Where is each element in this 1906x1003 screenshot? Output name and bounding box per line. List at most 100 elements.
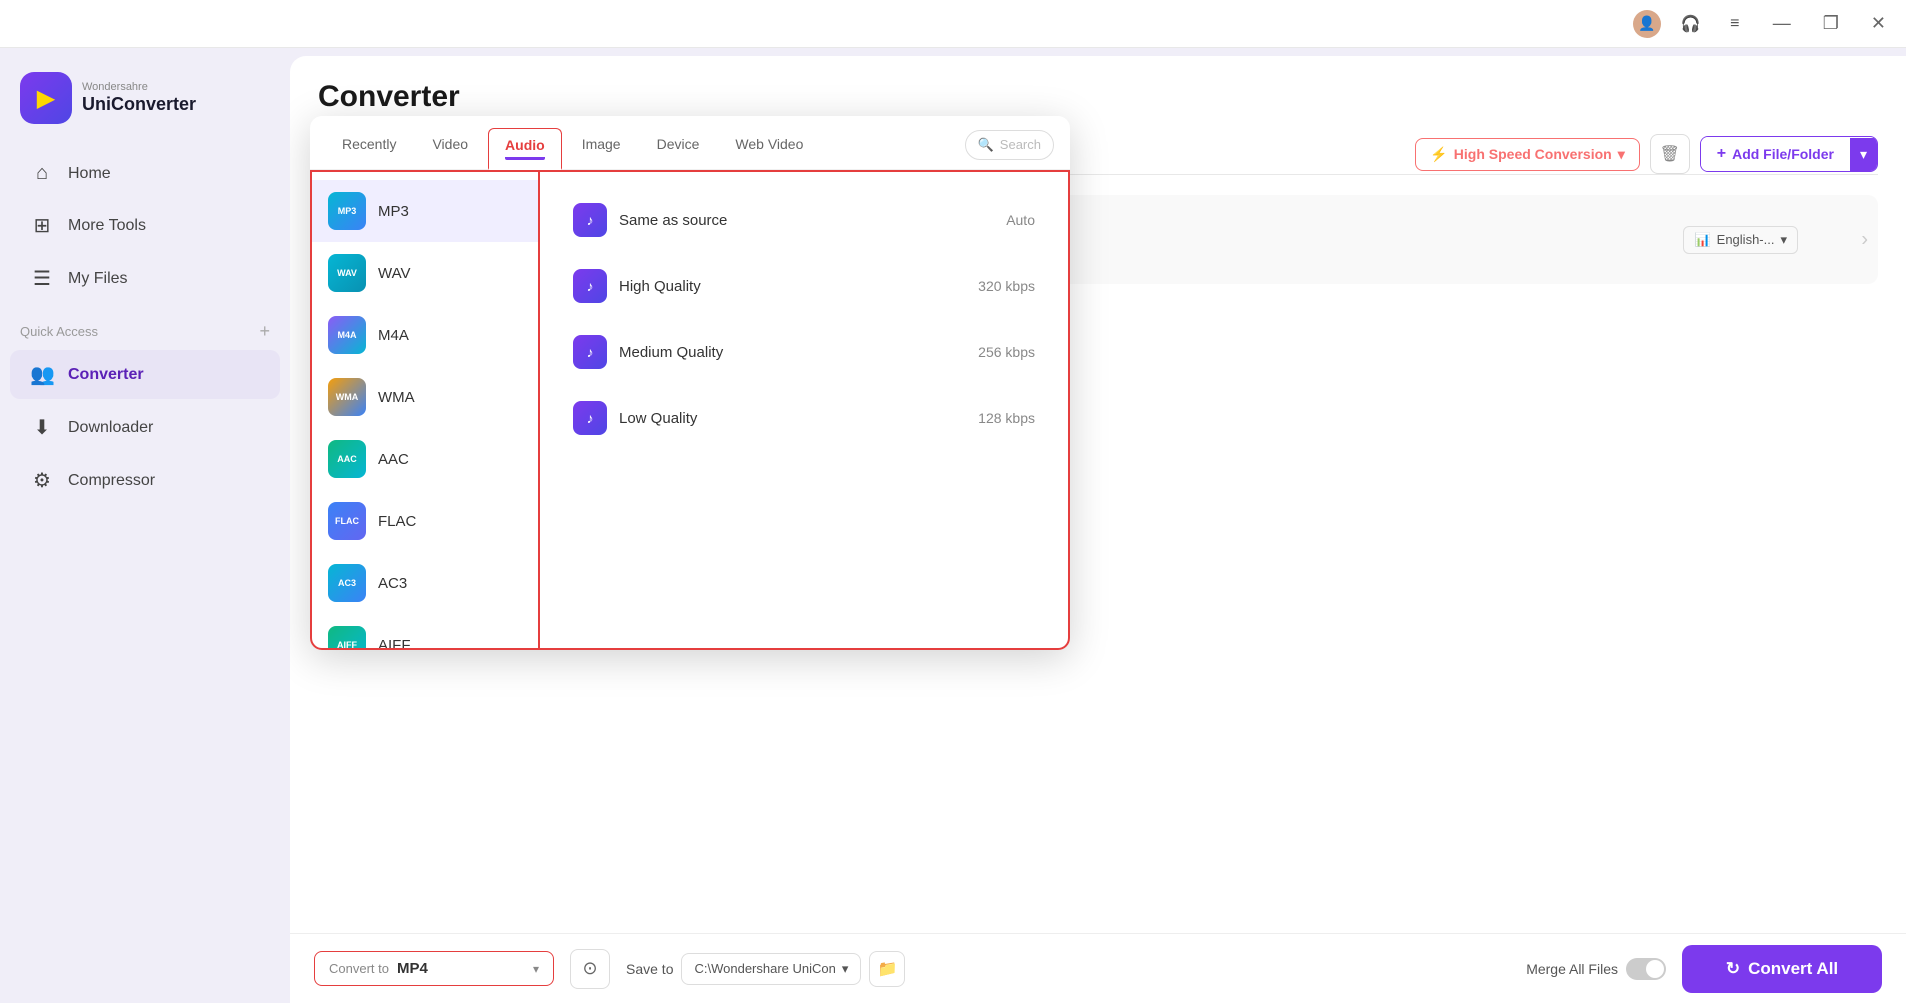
flac-label: FLAC (378, 513, 416, 530)
subtitle-arrow: ▾ (1780, 232, 1787, 248)
sidebar-item-more-tools[interactable]: ⊞ More Tools (10, 201, 280, 250)
convert-all-button[interactable]: ↻ Convert All (1682, 945, 1882, 993)
format-search-box[interactable]: 🔍 Search (965, 130, 1054, 160)
audio-bars-icon: 📊 (1694, 232, 1710, 248)
quality-item-same-as-source[interactable]: ♪ Same as source Auto (556, 188, 1052, 252)
quality-name-same: Same as source (619, 212, 727, 229)
home-label: Home (68, 165, 111, 183)
sidebar-item-my-files[interactable]: ☰ My Files (10, 254, 280, 303)
merge-label: Merge All Files (1526, 961, 1618, 977)
add-file-dropdown-arrow[interactable]: ▾ (1850, 138, 1877, 171)
dropdown-tab-recently[interactable]: Recently (326, 128, 412, 169)
flac-badge: FLAC (328, 502, 366, 540)
dropdown-tab-web-video[interactable]: Web Video (719, 128, 819, 169)
wav-label: WAV (378, 265, 411, 282)
headset-icon[interactable]: 🎧 (1677, 10, 1705, 38)
delete-button[interactable]: 🗑 (1650, 134, 1690, 174)
format-item-wma[interactable]: WMA WMA (312, 366, 538, 428)
search-placeholder: Search (1000, 137, 1041, 152)
logo-text: Wondersahre UniConverter (82, 81, 196, 116)
dropdown-tab-image[interactable]: Image (566, 128, 637, 169)
quality-name-medium: Medium Quality (619, 344, 723, 361)
quality-icon-low: ♪ (573, 401, 607, 435)
save-to-path[interactable]: C:\Wondershare UniCon ▾ (681, 953, 861, 985)
sidebar-item-downloader[interactable]: ⬇ Downloader (10, 403, 280, 452)
quality-name-low: Low Quality (619, 410, 697, 427)
compressor-label: Compressor (68, 472, 155, 490)
quick-access-section: Quick Access + (0, 305, 290, 348)
format-item-flac[interactable]: FLAC FLAC (312, 490, 538, 552)
quality-name-high: High Quality (619, 278, 701, 295)
restore-button[interactable]: ❐ (1815, 9, 1847, 38)
quality-item-left-medium: ♪ Medium Quality (573, 335, 723, 369)
dropdown-tabs-row: Recently Video Audio Image Device Web Vi… (310, 116, 1070, 170)
quick-access-add-button[interactable]: + (259, 321, 270, 342)
sidebar-item-compressor[interactable]: ⚙ Compressor (10, 456, 280, 505)
sidebar: ▶ Wondersahre UniConverter ⌂ Home ⊞ More… (0, 48, 290, 1003)
format-item-m4a[interactable]: M4A M4A (312, 304, 538, 366)
target-settings-button[interactable]: ⊙ (570, 949, 610, 989)
format-item-aac[interactable]: AAC AAC (312, 428, 538, 490)
merge-section: Merge All Files (1526, 958, 1666, 980)
add-file-folder-button[interactable]: + Add File/Folder ▾ (1700, 136, 1878, 172)
dropdown-body: MP3 MP3 WAV WAV M4A M4A WMA WMA (310, 170, 1070, 650)
dropdown-tab-audio[interactable]: Audio (488, 128, 562, 170)
more-tools-icon: ⊞ (30, 213, 54, 238)
add-file-label: Add File/Folder (1732, 146, 1834, 162)
format-item-ac3[interactable]: AC3 AC3 (312, 552, 538, 614)
format-list: MP3 MP3 WAV WAV M4A M4A WMA WMA (310, 170, 540, 650)
converter-icon: 👥 (30, 362, 54, 387)
my-files-icon: ☰ (30, 266, 54, 291)
dropdown-tab-device[interactable]: Device (641, 128, 716, 169)
format-item-wav[interactable]: WAV WAV (312, 242, 538, 304)
merge-toggle[interactable] (1626, 958, 1666, 980)
aac-label: AAC (378, 451, 409, 468)
quality-icon-same: ♪ (573, 203, 607, 237)
title-bar-icons: 👤 🎧 ≡ — ❐ ✕ (1633, 9, 1894, 38)
dropdown-tabs: Recently Video Audio Image Device Web Vi… (326, 128, 819, 169)
convert-to-section[interactable]: Convert to MP4 ▾ (314, 951, 554, 986)
browse-folder-button[interactable]: 📁 (869, 951, 905, 987)
dropdown-tab-video[interactable]: Video (416, 128, 484, 169)
main-content: Converter Converting (1) Finished ⚡ High… (290, 56, 1906, 1003)
high-speed-button[interactable]: ⚡ High Speed Conversion ▾ (1415, 138, 1639, 171)
add-file-main[interactable]: + Add File/Folder (1701, 137, 1850, 171)
subtitle-label: English-... (1717, 232, 1775, 247)
avatar-icon[interactable]: 👤 (1633, 10, 1661, 38)
wav-badge: WAV (328, 254, 366, 292)
menu-icon[interactable]: ≡ (1721, 10, 1749, 38)
plus-icon: + (1717, 145, 1726, 163)
ac3-badge: AC3 (328, 564, 366, 602)
app-body: ▶ Wondersahre UniConverter ⌂ Home ⊞ More… (0, 48, 1906, 1003)
downloader-label: Downloader (68, 419, 153, 437)
sidebar-item-home[interactable]: ⌂ Home (10, 150, 280, 197)
quality-item-low[interactable]: ♪ Low Quality 128 kbps (556, 386, 1052, 450)
wma-label: WMA (378, 389, 415, 406)
downloader-icon: ⬇ (30, 415, 54, 440)
save-to-label: Save to (626, 961, 673, 977)
format-item-mp3[interactable]: MP3 MP3 (312, 180, 538, 242)
more-tools-label: More Tools (68, 217, 146, 235)
save-path-arrow: ▾ (842, 961, 849, 977)
close-button[interactable]: ✕ (1863, 9, 1894, 38)
logo-icon: ▶ (20, 72, 72, 124)
save-to-section: Save to C:\Wondershare UniCon ▾ 📁 (626, 951, 905, 987)
target-icon: ⊙ (582, 958, 597, 979)
brand-name: Wondersahre (82, 81, 196, 94)
format-item-aiff[interactable]: AIFF AIFF (312, 614, 538, 650)
aiff-badge: AIFF (328, 626, 366, 650)
converter-label: Converter (68, 366, 144, 384)
quality-item-medium[interactable]: ♪ Medium Quality 256 kbps (556, 320, 1052, 384)
high-speed-arrow: ▾ (1618, 146, 1625, 163)
quality-value-high: 320 kbps (978, 278, 1035, 294)
m4a-label: M4A (378, 327, 409, 344)
subtitle-selector[interactable]: 📊 English-... ▾ (1683, 226, 1798, 254)
format-dropdown: Recently Video Audio Image Device Web Vi… (310, 116, 1070, 650)
minimize-button[interactable]: — (1765, 9, 1799, 38)
sidebar-item-converter[interactable]: 👥 Converter (10, 350, 280, 399)
quality-item-high[interactable]: ♪ High Quality 320 kbps (556, 254, 1052, 318)
logo-area: ▶ Wondersahre UniConverter (0, 60, 290, 148)
my-files-label: My Files (68, 270, 128, 288)
convert-all-icon: ↻ (1726, 959, 1740, 979)
compressor-icon: ⚙ (30, 468, 54, 493)
